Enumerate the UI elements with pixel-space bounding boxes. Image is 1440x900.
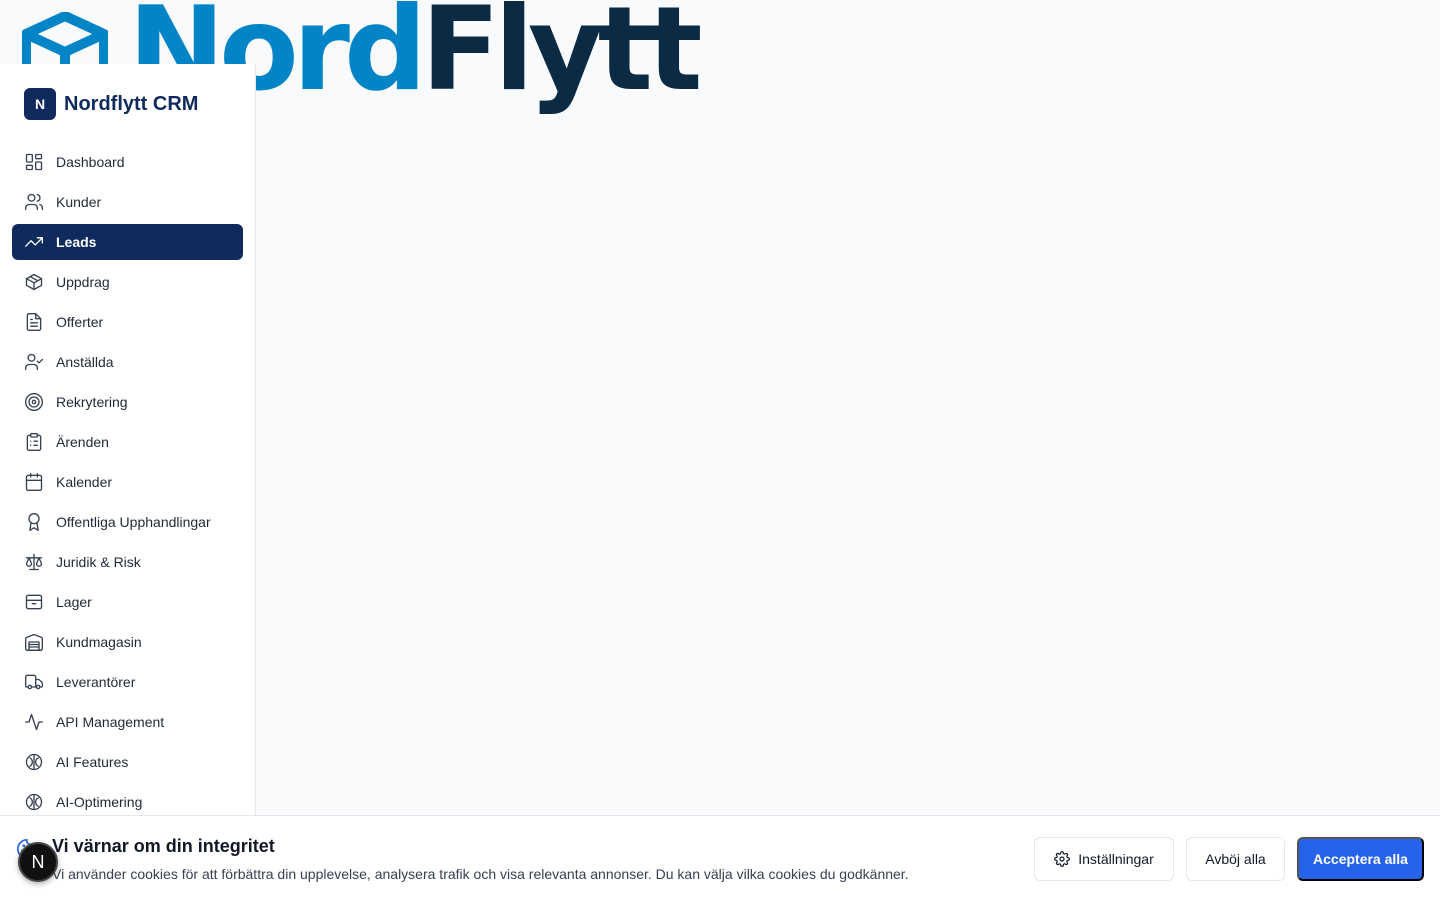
sidebar-item-label: Anställda xyxy=(56,354,114,370)
sidebar-item-kalender[interactable]: Kalender xyxy=(12,464,243,500)
brain-icon xyxy=(24,792,44,812)
brand-wordmark-flytt: Flytt xyxy=(421,0,703,117)
sidebar-item-label: Dashboard xyxy=(56,154,125,170)
cookie-title: Vi värnar om din integritet xyxy=(52,836,275,856)
user-check-icon xyxy=(24,352,44,372)
file-text-icon xyxy=(24,312,44,332)
trending-up-icon xyxy=(24,232,44,252)
sidebar-item-uppdrag[interactable]: Uppdrag xyxy=(12,264,243,300)
award-icon xyxy=(24,512,44,532)
sidebar-item-kundmagasin[interactable]: Kundmagasin xyxy=(12,624,243,660)
sidebar-item-label: Uppdrag xyxy=(56,274,110,290)
sidebar-item-rekrytering[interactable]: Rekrytering xyxy=(12,384,243,420)
sidebar-item-lager[interactable]: Lager xyxy=(12,584,243,620)
sidebar-item-label: Leverantörer xyxy=(56,674,136,690)
sidebar-item-label: Kalender xyxy=(56,474,113,490)
sidebar-item-offerter[interactable]: Offerter xyxy=(12,304,243,340)
sidebar-item-ai-features[interactable]: AI Features xyxy=(12,744,243,780)
sidebar: N Nordflytt CRM Dashboard Kunder Leads U… xyxy=(0,64,256,900)
sidebar-nav: Dashboard Kunder Leads Uppdrag Offerter … xyxy=(12,144,243,824)
sidebar-item-label: Juridik & Risk xyxy=(56,554,141,570)
package-icon xyxy=(24,272,44,292)
sidebar-item-label: API Management xyxy=(56,714,165,730)
cookie-banner: Vi värnar om din integritet Vi använder … xyxy=(0,815,1440,900)
dev-tools-badge[interactable]: N xyxy=(18,842,58,882)
sidebar-item-dashboard[interactable]: Dashboard xyxy=(12,144,243,180)
scale-icon xyxy=(24,552,44,572)
accept-all-button[interactable]: Acceptera alla xyxy=(1297,837,1424,881)
sidebar-item-arenden[interactable]: Ärenden xyxy=(12,424,243,460)
archive-icon xyxy=(24,592,44,612)
dashboard-icon xyxy=(24,152,44,172)
reject-all-button[interactable]: Avböj alla xyxy=(1186,837,1285,881)
sidebar-item-offentliga-upphandlingar[interactable]: Offentliga Upphandlingar xyxy=(12,504,243,540)
sidebar-item-leverantorer[interactable]: Leverantörer xyxy=(12,664,243,700)
cookie-settings-button[interactable]: Inställningar xyxy=(1034,837,1174,881)
logo-badge: N xyxy=(24,88,56,120)
sidebar-item-juridik-risk[interactable]: Juridik & Risk xyxy=(12,544,243,580)
target-icon xyxy=(24,392,44,412)
sidebar-item-label: Lager xyxy=(56,594,92,610)
sidebar-item-label: Kundmagasin xyxy=(56,634,142,650)
activity-icon xyxy=(24,712,44,732)
sidebar-item-leads[interactable]: Leads xyxy=(12,224,243,260)
brain-icon xyxy=(24,752,44,772)
app-name: Nordflytt CRM xyxy=(64,92,199,115)
gear-icon xyxy=(1054,851,1071,867)
cookie-description: Vi använder cookies för att förbättra di… xyxy=(52,866,909,882)
sidebar-item-label: Leads xyxy=(56,234,97,250)
sidebar-item-kunder[interactable]: Kunder xyxy=(12,184,243,220)
warehouse-icon xyxy=(24,632,44,652)
sidebar-item-label: Offerter xyxy=(56,314,104,330)
truck-icon xyxy=(24,672,44,692)
sidebar-item-label: Kunder xyxy=(56,194,102,210)
sidebar-item-api-management[interactable]: API Management xyxy=(12,704,243,740)
sidebar-item-label: AI-Optimering xyxy=(56,794,143,810)
sidebar-item-label: Ärenden xyxy=(56,434,109,450)
sidebar-item-label: Rekrytering xyxy=(56,394,128,410)
calendar-icon xyxy=(24,472,44,492)
clipboard-list-icon xyxy=(24,432,44,452)
sidebar-item-anstallda[interactable]: Anställda xyxy=(12,344,243,380)
cookie-settings-label: Inställningar xyxy=(1078,851,1154,867)
users-icon xyxy=(24,192,44,212)
sidebar-logo[interactable]: N Nordflytt CRM xyxy=(24,88,198,120)
sidebar-item-label: AI Features xyxy=(56,754,129,770)
sidebar-item-label: Offentliga Upphandlingar xyxy=(56,514,211,530)
